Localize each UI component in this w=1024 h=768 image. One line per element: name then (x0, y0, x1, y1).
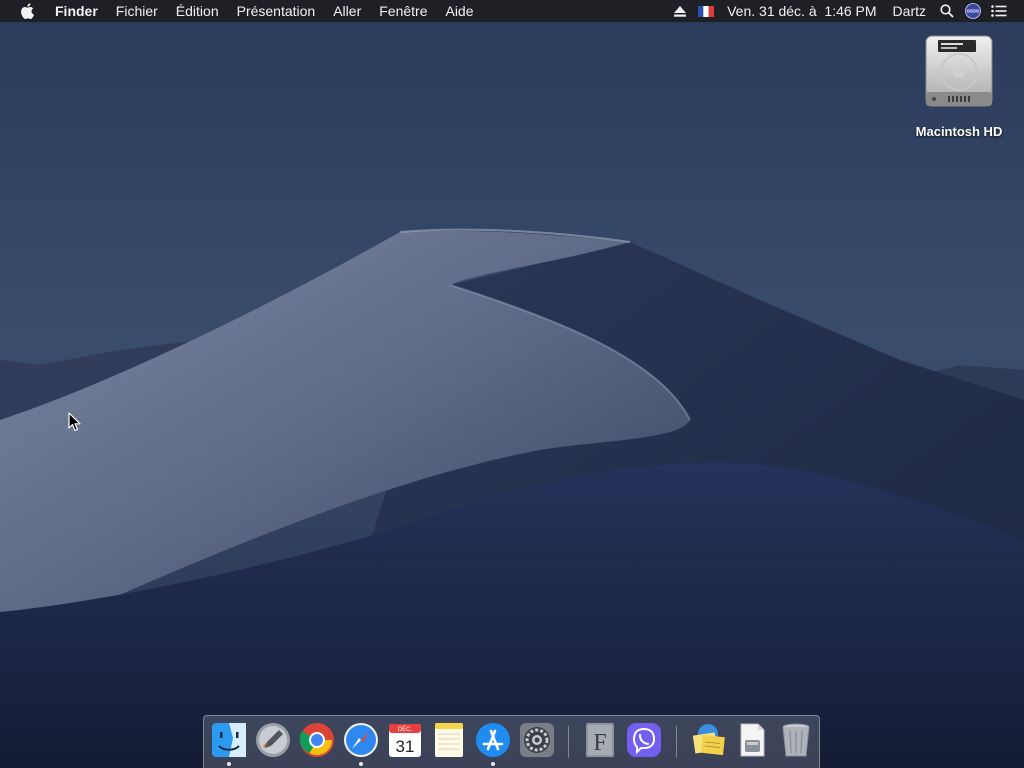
menu-edition[interactable]: Édition (167, 0, 228, 22)
desktop-icon-label: Macintosh HD (915, 124, 1003, 139)
dock-font-book[interactable]: F (580, 720, 620, 760)
font-book-glyph: F (593, 730, 606, 756)
running-indicator (491, 762, 495, 766)
document-stack-icon (740, 723, 765, 757)
safari-icon (344, 723, 378, 757)
calendar-day-label: 31 (396, 737, 415, 756)
running-indicator (227, 762, 231, 766)
dock-separator (676, 726, 677, 758)
apple-logo-icon[interactable] (18, 0, 36, 22)
menu-fichier[interactable]: Fichier (107, 0, 167, 22)
dock-separator (568, 726, 569, 758)
dock-downloads-stack[interactable] (732, 720, 772, 760)
siri-icon[interactable] (964, 0, 982, 22)
menu-bar: Finder Fichier Édition Présentation Alle… (0, 0, 1024, 22)
dock-chrome[interactable] (297, 720, 337, 760)
dock-finder[interactable] (209, 720, 249, 760)
app-store-icon (476, 723, 510, 757)
dock-stickies-folder[interactable] (688, 720, 728, 760)
user-name[interactable]: Dartz (885, 0, 934, 22)
mouse-cursor-icon (68, 412, 82, 432)
dock-calendar[interactable]: DÉC. 31 (385, 720, 425, 760)
dock-safari[interactable] (341, 720, 381, 760)
launchpad-icon (256, 723, 290, 757)
spotlight-search-icon[interactable] (938, 0, 956, 22)
system-preferences-icon (520, 723, 554, 757)
dock-system-preferences[interactable] (517, 720, 557, 760)
dock: DÉC. 31 F (203, 715, 820, 768)
dock-trash[interactable] (776, 720, 816, 760)
menu-aller[interactable]: Aller (324, 0, 370, 22)
stickies-folder-icon (692, 724, 725, 756)
finder-icon (212, 723, 246, 757)
calendar-icon: DÉC. 31 (389, 724, 421, 757)
french-flag-icon[interactable] (697, 0, 715, 22)
chrome-icon (299, 723, 334, 757)
desktop-icon-macintosh-hd[interactable]: Macintosh HD (906, 32, 1012, 139)
notification-center-icon[interactable] (990, 0, 1008, 22)
menu-fenetre[interactable]: Fenêtre (370, 0, 436, 22)
dock-launchpad[interactable] (253, 720, 293, 760)
calendar-month-label: DÉC. (398, 726, 413, 733)
menu-app-name[interactable]: Finder (46, 0, 107, 22)
dock-app-store[interactable] (473, 720, 513, 760)
dock-viber[interactable] (624, 720, 664, 760)
notes-icon (435, 723, 463, 757)
viber-icon (627, 723, 661, 757)
hard-drive-icon (920, 32, 998, 112)
font-book-icon: F (586, 723, 614, 757)
clock-datetime[interactable]: Ven. 31 déc. à 1:46 PM (719, 0, 884, 22)
running-indicator (359, 762, 363, 766)
desktop-wallpaper[interactable] (0, 0, 1024, 768)
menu-aide[interactable]: Aide (436, 0, 482, 22)
dock-notes[interactable] (429, 720, 469, 760)
eject-icon[interactable] (671, 0, 689, 22)
trash-icon (782, 723, 810, 757)
menu-presentation[interactable]: Présentation (228, 0, 325, 22)
